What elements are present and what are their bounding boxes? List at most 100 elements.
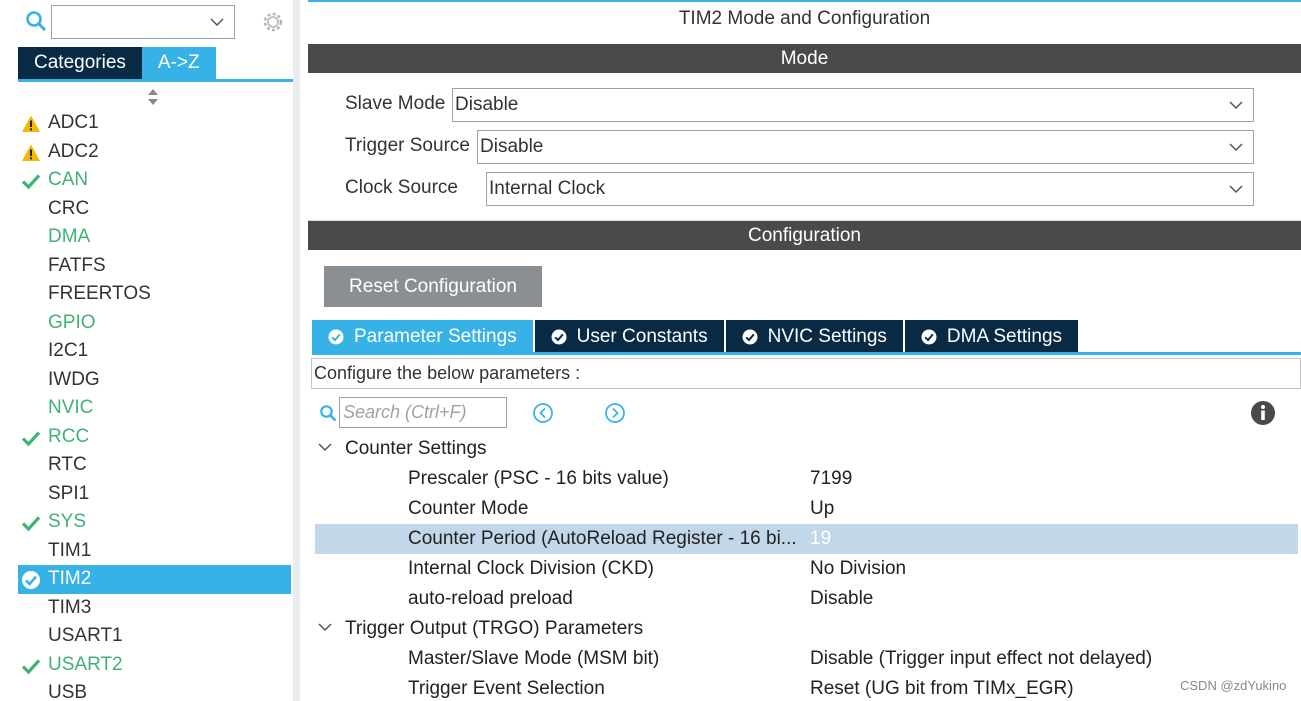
peripheral-list: ADC1 ADC2 CAN CRC DMA FATFS FREERTOS GPIO I2C1 IW… xyxy=(18,109,291,701)
param-row-selected[interactable]: Counter Period (AutoReload Register - 16… xyxy=(315,524,1298,554)
checkmark-icon xyxy=(21,430,41,446)
chevron-down-icon xyxy=(318,443,332,452)
param-value[interactable]: Reset (UG bit from TIMx_EGR) xyxy=(810,674,1074,701)
peripheral-panel: Categories A->Z ADC1 ADC2 CAN CRC DMA FATFS FR… xyxy=(0,0,300,701)
peripheral-item-usart2[interactable]: USART2 xyxy=(18,651,291,680)
peripheral-item-freertos[interactable]: FREERTOS xyxy=(18,280,291,309)
peripheral-item-iwdg[interactable]: IWDG xyxy=(18,366,291,395)
peripheral-item-spi1[interactable]: SPI1 xyxy=(18,480,291,509)
tab-label: DMA Settings xyxy=(946,326,1063,347)
check-circle-icon xyxy=(742,329,758,344)
peripheral-item-crc[interactable]: CRC xyxy=(18,195,291,224)
peripheral-item-dma[interactable]: DMA xyxy=(18,223,291,252)
tab-a-to-z[interactable]: A->Z xyxy=(141,47,216,79)
check-circle-icon xyxy=(22,571,40,589)
group-trigger-output[interactable]: Trigger Output (TRGO) Parameters xyxy=(318,614,643,644)
parameter-search-input[interactable]: Search (Ctrl+F) xyxy=(339,397,507,428)
slave-mode-value: Disable xyxy=(455,94,519,115)
peripheral-label: CAN xyxy=(48,169,89,190)
clock-source-label: Clock Source xyxy=(345,177,458,198)
trigger-source-value: Disable xyxy=(480,136,544,157)
param-row[interactable]: Prescaler (PSC - 16 bits value) 7199 xyxy=(315,464,1298,494)
peripheral-toolbar xyxy=(0,0,300,44)
tab-label: User Constants xyxy=(576,326,708,347)
peripheral-label: CRC xyxy=(48,197,90,219)
slave-mode-select[interactable]: Disable xyxy=(452,88,1254,122)
mode-section-header[interactable]: Mode xyxy=(308,44,1301,73)
configuration-section-header[interactable]: Configuration xyxy=(308,221,1301,250)
peripheral-item-tim2[interactable]: TIM2 xyxy=(18,565,291,594)
check-circle-icon xyxy=(551,329,567,344)
peripheral-item-rtc[interactable]: RTC xyxy=(18,451,291,480)
tab-label: NVIC Settings xyxy=(767,326,887,347)
param-value[interactable]: No Division xyxy=(810,554,906,584)
param-row[interactable]: Internal Clock Division (CKD) No Divisio… xyxy=(315,554,1298,584)
param-value[interactable]: Disable (Trigger input effect not delaye… xyxy=(810,644,1152,674)
peripheral-item-fatfs[interactable]: FATFS xyxy=(18,252,291,281)
param-name: Counter Mode xyxy=(408,498,529,519)
group-counter-settings[interactable]: Counter Settings xyxy=(318,434,487,464)
param-value[interactable]: 7199 xyxy=(810,464,852,494)
clock-source-select[interactable]: Internal Clock xyxy=(486,172,1254,206)
param-value[interactable]: Up xyxy=(810,494,834,524)
peripheral-label: NVIC xyxy=(48,397,94,418)
left-scrollbar[interactable] xyxy=(293,0,300,701)
tab-categories[interactable]: Categories xyxy=(18,47,142,79)
reset-configuration-button[interactable]: Reset Configuration xyxy=(324,266,542,307)
trigger-source-select[interactable]: Disable xyxy=(477,130,1254,164)
configuration-description: Configure the below parameters : xyxy=(311,358,1301,389)
search-icon[interactable] xyxy=(25,10,47,32)
peripheral-item-adc2[interactable]: ADC2 xyxy=(18,138,291,167)
peripheral-item-tim1[interactable]: TIM1 xyxy=(18,537,291,566)
check-circle-icon xyxy=(328,329,344,344)
peripheral-item-nvic[interactable]: NVIC xyxy=(18,394,291,423)
param-name: Master/Slave Mode (MSM bit) xyxy=(408,648,660,669)
peripheral-label: TIM1 xyxy=(48,539,92,561)
gear-icon[interactable] xyxy=(260,9,286,35)
param-name: Counter Period (AutoReload Register - 16… xyxy=(408,528,797,549)
tab-dma-settings[interactable]: DMA Settings xyxy=(904,320,1079,353)
tab-user-constants[interactable]: User Constants xyxy=(534,320,724,353)
param-row[interactable]: Trigger Event Selection Reset (UG bit fr… xyxy=(315,674,1298,701)
peripheral-item-sys[interactable]: SYS xyxy=(18,508,291,537)
param-name: Prescaler (PSC - 16 bits value) xyxy=(408,468,669,489)
peripheral-item-can[interactable]: CAN xyxy=(18,166,291,195)
category-tabs: Categories A->Z xyxy=(18,47,216,79)
peripheral-item-rcc[interactable]: RCC xyxy=(18,423,291,452)
param-row[interactable]: auto-reload preload Disable xyxy=(315,584,1298,614)
checkmark-icon xyxy=(21,174,41,190)
previous-match-icon[interactable] xyxy=(532,402,554,424)
peripheral-label: TIM2 xyxy=(48,568,92,589)
peripheral-label: TIM3 xyxy=(48,596,92,618)
configuration-tabs: Parameter Settings User Constants NVIC S… xyxy=(312,320,1080,353)
search-icon[interactable] xyxy=(319,404,337,422)
peripheral-item-adc1[interactable]: ADC1 xyxy=(18,109,291,138)
tab-underline xyxy=(18,79,294,82)
warning-icon xyxy=(22,115,40,132)
check-circle-icon xyxy=(921,329,937,344)
param-name: auto-reload preload xyxy=(408,588,573,609)
peripheral-label: SYS xyxy=(48,511,87,532)
param-row[interactable]: Counter Mode Up xyxy=(315,494,1298,524)
info-icon[interactable] xyxy=(1250,400,1276,426)
param-name: Internal Clock Division (CKD) xyxy=(408,558,655,579)
chevron-down-icon xyxy=(1229,101,1243,110)
peripheral-item-usb[interactable]: USB xyxy=(18,679,291,701)
sort-icon[interactable] xyxy=(146,88,160,106)
mode-section: Slave Mode Disable Trigger Source Disabl… xyxy=(308,73,1301,221)
peripheral-label: SPI1 xyxy=(48,482,90,504)
peripheral-item-tim3[interactable]: TIM3 xyxy=(18,594,291,623)
param-value[interactable]: Disable xyxy=(810,584,873,614)
category-search-combo[interactable] xyxy=(51,5,235,39)
peripheral-item-usart1[interactable]: USART1 xyxy=(18,622,291,651)
peripheral-item-gpio[interactable]: GPIO xyxy=(18,309,291,338)
next-match-icon[interactable] xyxy=(604,402,626,424)
group-label: Counter Settings xyxy=(345,438,487,459)
tab-nvic-settings[interactable]: NVIC Settings xyxy=(725,320,903,353)
peripheral-label: GPIO xyxy=(48,311,96,333)
tab-parameter-settings[interactable]: Parameter Settings xyxy=(312,320,533,353)
slave-mode-label: Slave Mode xyxy=(345,93,446,114)
peripheral-item-i2c1[interactable]: I2C1 xyxy=(18,337,291,366)
param-row[interactable]: Master/Slave Mode (MSM bit) Disable (Tri… xyxy=(315,644,1298,674)
param-value[interactable]: 19 xyxy=(810,524,831,554)
